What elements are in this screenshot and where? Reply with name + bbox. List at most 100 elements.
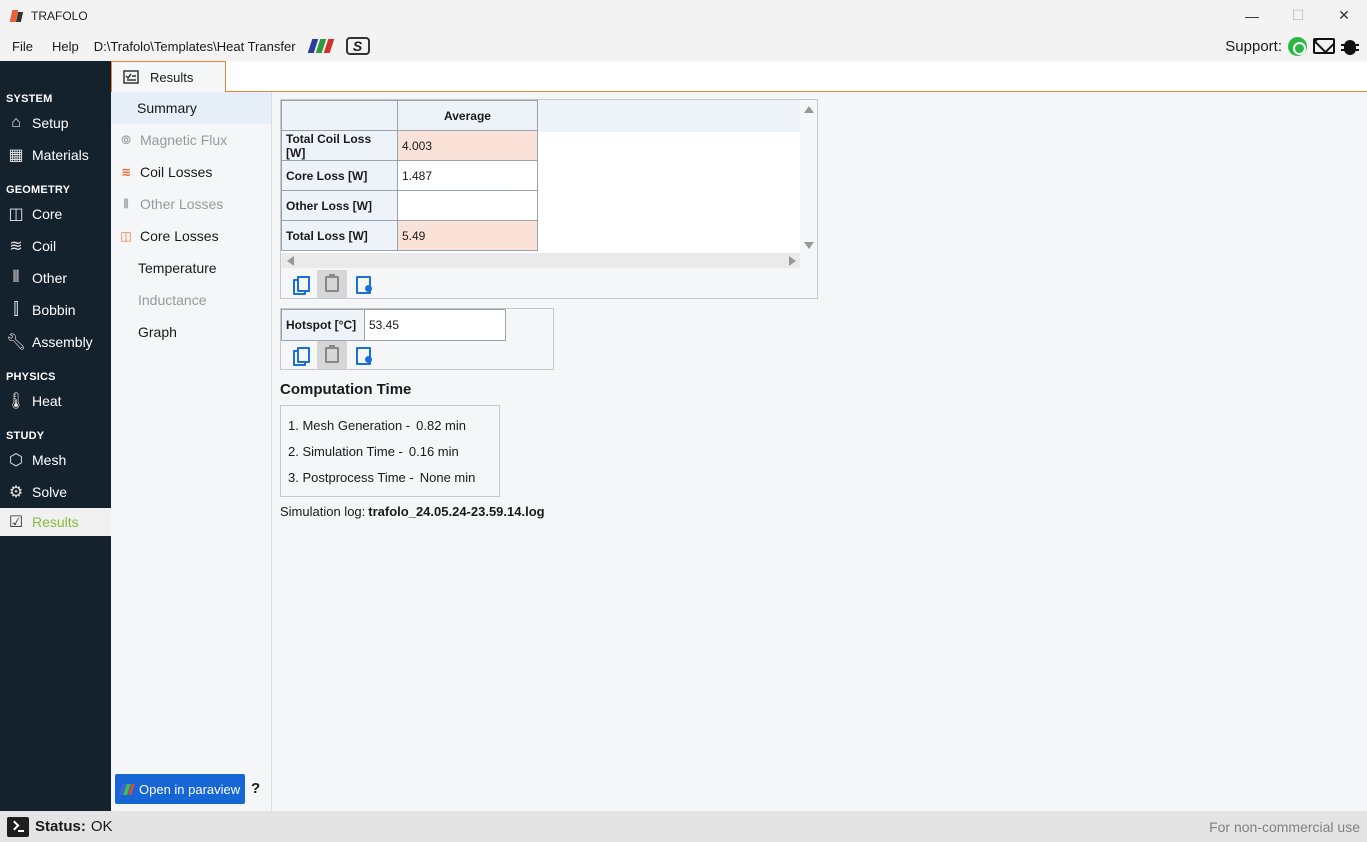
salome-logo-icon[interactable]: S <box>345 37 370 55</box>
results-icon <box>123 70 139 84</box>
tab-strip <box>111 61 1367 92</box>
section-system: SYSTEM <box>6 93 53 105</box>
table-row: Total Loss [W] 5.49 <box>281 220 538 251</box>
bobbin-icon: ⫿ <box>13 301 19 318</box>
sidebar-item-assembly[interactable]: 🔧︎ Assembly <box>0 328 111 356</box>
bug-report-icon[interactable] <box>1341 36 1359 56</box>
column-header-average[interactable]: Average <box>397 100 538 131</box>
sidebar-item-setup[interactable]: ⌂ Setup <box>0 109 111 137</box>
subnav-coil-losses[interactable]: ≋ Coil Losses <box>111 156 271 188</box>
row-header: Total Coil Loss [W] <box>281 130 398 161</box>
core-icon: ◫ <box>8 206 24 223</box>
subnav-core-losses[interactable]: ◫ Core Losses <box>111 220 271 252</box>
maximize-button[interactable]: ☐ <box>1275 0 1321 31</box>
sidebar-item-solve[interactable]: ⚙︎ Solve <box>0 478 111 506</box>
simulation-log-label: Simulation log: <box>280 504 366 519</box>
subnav-inductance[interactable]: Inductance <box>111 284 271 316</box>
subnav-graph[interactable]: Graph <box>111 316 271 348</box>
menu-bar: File Help D:\Trafolo\Templates\Heat Tran… <box>0 31 1367 61</box>
vertical-scrollbar[interactable] <box>800 100 817 253</box>
sidebar-item-results[interactable]: ☑ Results <box>0 508 111 536</box>
sidebar-item-mesh[interactable]: ⬡ Mesh <box>0 446 111 474</box>
copy-icon <box>293 276 310 295</box>
table-corner <box>281 100 398 131</box>
loss-table: Average Total Coil Loss [W] 4.003 Core L… <box>281 100 538 251</box>
scroll-up-icon[interactable] <box>804 106 814 113</box>
mesh-icon: ⬡ <box>9 452 23 469</box>
copy-button[interactable] <box>285 270 315 298</box>
section-geometry: GEOMETRY <box>6 184 71 196</box>
hotspot-panel: Hotspot [°C] 53.45 <box>280 308 554 370</box>
close-button[interactable]: ✕ <box>1321 0 1367 31</box>
loss-table-toolbar <box>285 270 379 298</box>
thermometer-icon: 🌡︎ <box>5 393 27 410</box>
sidebar-item-core[interactable]: ◫ Core <box>0 200 111 228</box>
export-button[interactable] <box>349 270 379 298</box>
support-area: Support: <box>1225 31 1359 61</box>
subnav-temperature[interactable]: Temperature <box>111 252 271 284</box>
loss-table-panel: Average Total Coil Loss [W] 4.003 Core L… <box>280 99 818 299</box>
hotspot-value[interactable]: 53.45 <box>365 309 506 341</box>
horizontal-scrollbar[interactable] <box>281 253 800 268</box>
export-icon <box>356 276 372 294</box>
paste-button[interactable] <box>317 341 347 369</box>
section-study: STUDY <box>6 430 45 442</box>
scroll-down-icon[interactable] <box>804 242 814 249</box>
sidebar-item-other[interactable]: ⫴ Other <box>0 264 111 292</box>
table-cell[interactable]: 4.003 <box>397 130 538 161</box>
table-cell[interactable]: 1.487 <box>397 160 538 191</box>
list-item: 3. Postprocess Time - None min <box>288 470 476 485</box>
sidebar-item-heat[interactable]: 🌡︎ Heat <box>0 387 111 415</box>
sidebar-item-bobbin[interactable]: ⫿ Bobbin <box>0 296 111 324</box>
sidebar-item-coil[interactable]: ≋ Coil <box>0 232 111 260</box>
table-row: Core Loss [W] 1.487 <box>281 160 538 191</box>
window-controls: — ☐ ✕ <box>1229 0 1367 31</box>
computation-time-box: 1. Mesh Generation -0.82 min 2. Simulati… <box>280 405 500 497</box>
materials-icon: ▦ <box>8 147 24 164</box>
solve-icon: ⚙︎ <box>8 484 24 501</box>
subnav-summary[interactable]: Summary <box>111 92 271 124</box>
row-header: Other Loss [W] <box>281 190 398 221</box>
simulation-log-file[interactable]: trafolo_24.05.24-23.59.14.log <box>368 504 544 519</box>
open-in-paraview-button[interactable]: Open in paraview <box>115 774 245 804</box>
tab-results[interactable]: Results <box>111 61 226 92</box>
computation-time-title: Computation Time <box>280 381 412 398</box>
paraview-logo-icon[interactable] <box>307 39 334 53</box>
simulation-log: Simulation log: trafolo_24.05.24-23.59.14… <box>280 504 545 519</box>
menu-help[interactable]: Help <box>45 39 86 54</box>
row-header: Core Loss [W] <box>281 160 398 191</box>
table-cell[interactable]: 5.49 <box>397 220 538 251</box>
project-path: D:\Trafolo\Templates\Heat Transfer <box>93 38 296 54</box>
subnav-magnetic-flux[interactable]: ⦾ Magnetic Flux <box>111 124 271 156</box>
status-value: OK <box>90 818 113 835</box>
scroll-right-icon[interactable] <box>789 256 796 266</box>
export-icon <box>356 347 372 365</box>
clipboard-icon <box>325 274 339 292</box>
trafolo-logo-icon <box>10 9 24 23</box>
mail-icon[interactable] <box>1313 38 1335 54</box>
minimize-button[interactable]: — <box>1229 0 1275 31</box>
list-item: 2. Simulation Time -0.16 min <box>288 444 459 459</box>
status-label: Status: <box>35 818 86 835</box>
other-losses-icon: ⫴ <box>123 196 129 211</box>
paste-button[interactable] <box>317 270 347 298</box>
copy-button[interactable] <box>285 341 315 369</box>
table-cell[interactable] <box>397 190 538 221</box>
menu-file[interactable]: File <box>5 39 40 54</box>
status-bar: Status: OK For non-commercial use <box>0 811 1367 842</box>
loss-table-viewport: Average Total Coil Loss [W] 4.003 Core L… <box>281 100 800 253</box>
subnav-other-losses[interactable]: ⫴ Other Losses <box>111 188 271 220</box>
section-physics: PHYSICS <box>6 371 56 383</box>
help-button[interactable]: ? <box>251 780 260 797</box>
window-title: TRAFOLO <box>31 8 88 23</box>
terminal-icon[interactable] <box>7 816 29 837</box>
whatsapp-icon[interactable] <box>1288 36 1307 56</box>
hotspot-label: Hotspot [°C] <box>281 309 365 341</box>
coil-icon: ≋ <box>9 238 23 255</box>
hotspot-toolbar <box>285 341 379 369</box>
title-bar: TRAFOLO — ☐ ✕ <box>0 0 1367 31</box>
license-text: For non-commercial use <box>1209 818 1360 835</box>
scroll-left-icon[interactable] <box>287 256 294 266</box>
sidebar-item-materials[interactable]: ▦ Materials <box>0 141 111 169</box>
export-button[interactable] <box>349 341 379 369</box>
